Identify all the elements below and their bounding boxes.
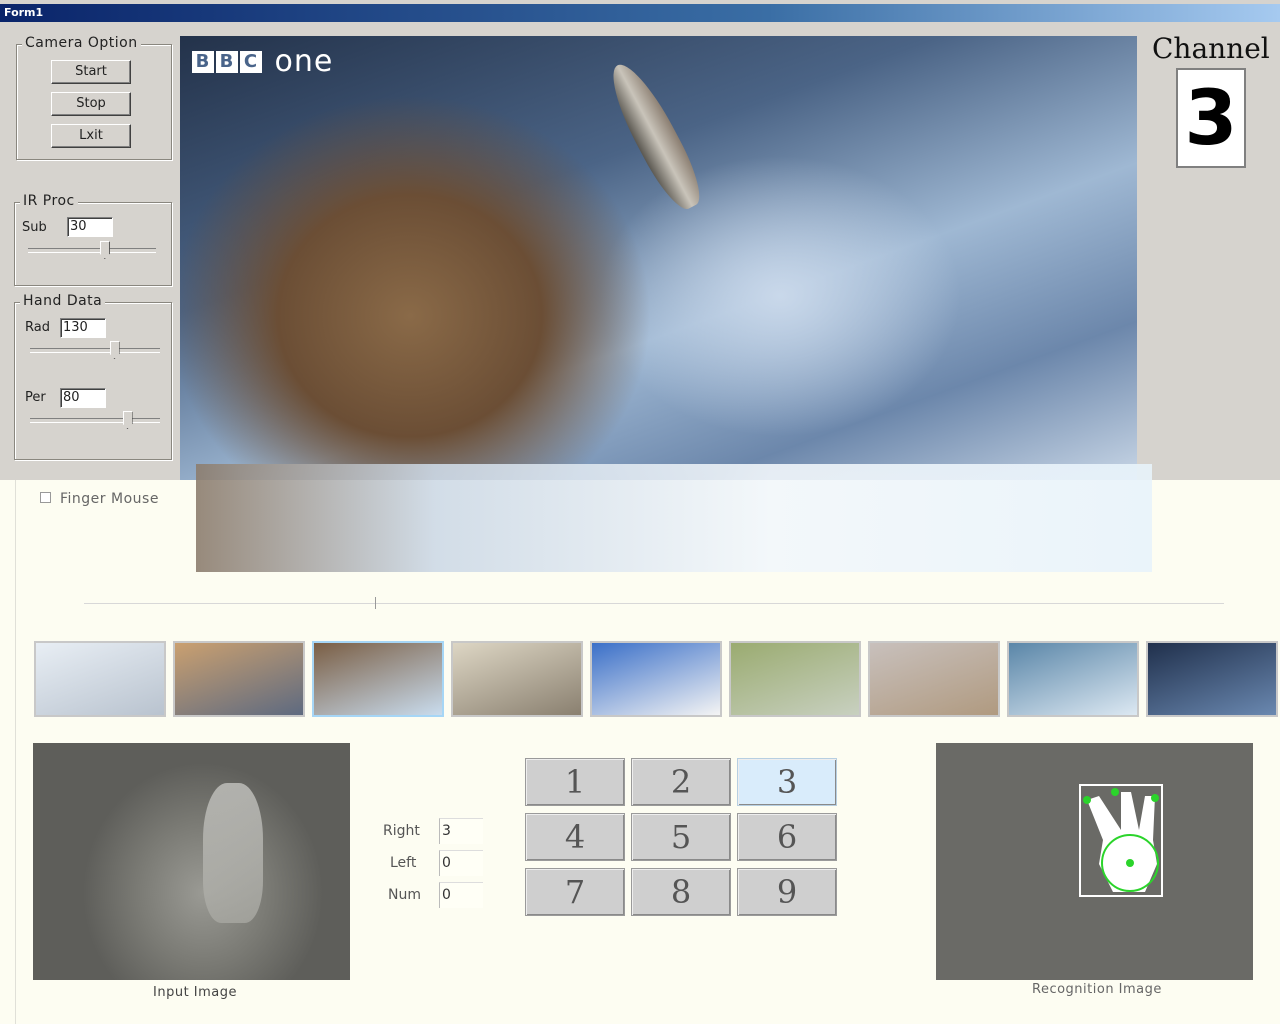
channel-title: Channel <box>1152 32 1270 65</box>
window-title-bar[interactable]: Form1 <box>0 4 1280 22</box>
start-button[interactable]: Start <box>51 60 131 84</box>
right-label: Right <box>383 823 420 839</box>
sub-slider-track[interactable] <box>28 248 156 253</box>
hand-data-legend: Hand Data <box>20 293 106 309</box>
thumbnail-cliff[interactable] <box>173 641 305 717</box>
keypad-key-3[interactable]: 3 <box>737 758 837 806</box>
window-edge <box>15 480 16 1024</box>
finger-mouse-label: Finger Mouse <box>60 491 159 507</box>
num-count-field[interactable]: 0 <box>439 882 483 908</box>
keypad-key-5[interactable]: 5 <box>631 813 731 861</box>
keypad-key-8[interactable]: 8 <box>631 868 731 916</box>
thumbnail-clouds[interactable] <box>590 641 722 717</box>
sub-input[interactable]: 30 <box>67 217 113 237</box>
finger-mouse-checkbox[interactable] <box>40 492 51 503</box>
ir-proc-group <box>14 202 172 286</box>
per-label: Per <box>25 390 46 405</box>
exit-button[interactable]: Lxit <box>51 124 131 148</box>
keypad-key-1[interactable]: 1 <box>525 758 625 806</box>
hand-shape <box>203 783 263 923</box>
thumbnail-bear-fish[interactable] <box>312 641 444 717</box>
left-count-field[interactable]: 0 <box>439 850 483 876</box>
hand-silhouette <box>1083 788 1159 892</box>
keypad-key-2[interactable]: 2 <box>631 758 731 806</box>
ir-proc-legend: IR Proc <box>20 193 78 209</box>
keypad-key-4[interactable]: 4 <box>525 813 625 861</box>
thumbnail-porcupine[interactable] <box>451 641 583 717</box>
left-label: Left <box>390 855 417 871</box>
salmon-image <box>599 55 711 217</box>
camera-option-legend: Camera Option <box>22 35 141 51</box>
input-image-caption: Input Image <box>153 985 238 1000</box>
stop-button[interactable]: Stop <box>51 92 131 116</box>
input-image <box>33 743 350 980</box>
num-label: Num <box>388 887 421 903</box>
keypad-key-6[interactable]: 6 <box>737 813 837 861</box>
per-slider-track[interactable] <box>30 418 160 423</box>
thumbnail-polar-bear[interactable] <box>868 641 1000 717</box>
tv-video-frame: BBC one <box>180 36 1137 480</box>
bbc-one-logo: BBC one <box>192 44 333 79</box>
keypad-key-7[interactable]: 7 <box>525 868 625 916</box>
video-overlay-ghost <box>196 464 1152 572</box>
rad-slider-track[interactable] <box>30 348 160 353</box>
channel-number: 3 <box>1176 68 1246 168</box>
sub-label: Sub <box>22 220 47 235</box>
thumbnail-night[interactable] <box>1146 641 1278 717</box>
recognition-image <box>936 743 1253 980</box>
thumbnail-sea[interactable] <box>1007 641 1139 717</box>
timeline-thumb[interactable] <box>375 597 376 609</box>
thumbnail-snow[interactable] <box>34 641 166 717</box>
right-count-field[interactable]: 3 <box>439 818 483 844</box>
per-input[interactable]: 80 <box>60 388 106 408</box>
rad-input[interactable]: 130 <box>60 318 106 338</box>
recognition-image-caption: Recognition Image <box>1032 982 1162 997</box>
form-window: Form1 Camera Option Start Stop Lxit IR P… <box>0 0 1280 480</box>
thumbnail-gazelle[interactable] <box>729 641 861 717</box>
rad-label: Rad <box>25 320 50 335</box>
timeline-track[interactable] <box>84 603 1224 604</box>
keypad-key-9[interactable]: 9 <box>737 868 837 916</box>
